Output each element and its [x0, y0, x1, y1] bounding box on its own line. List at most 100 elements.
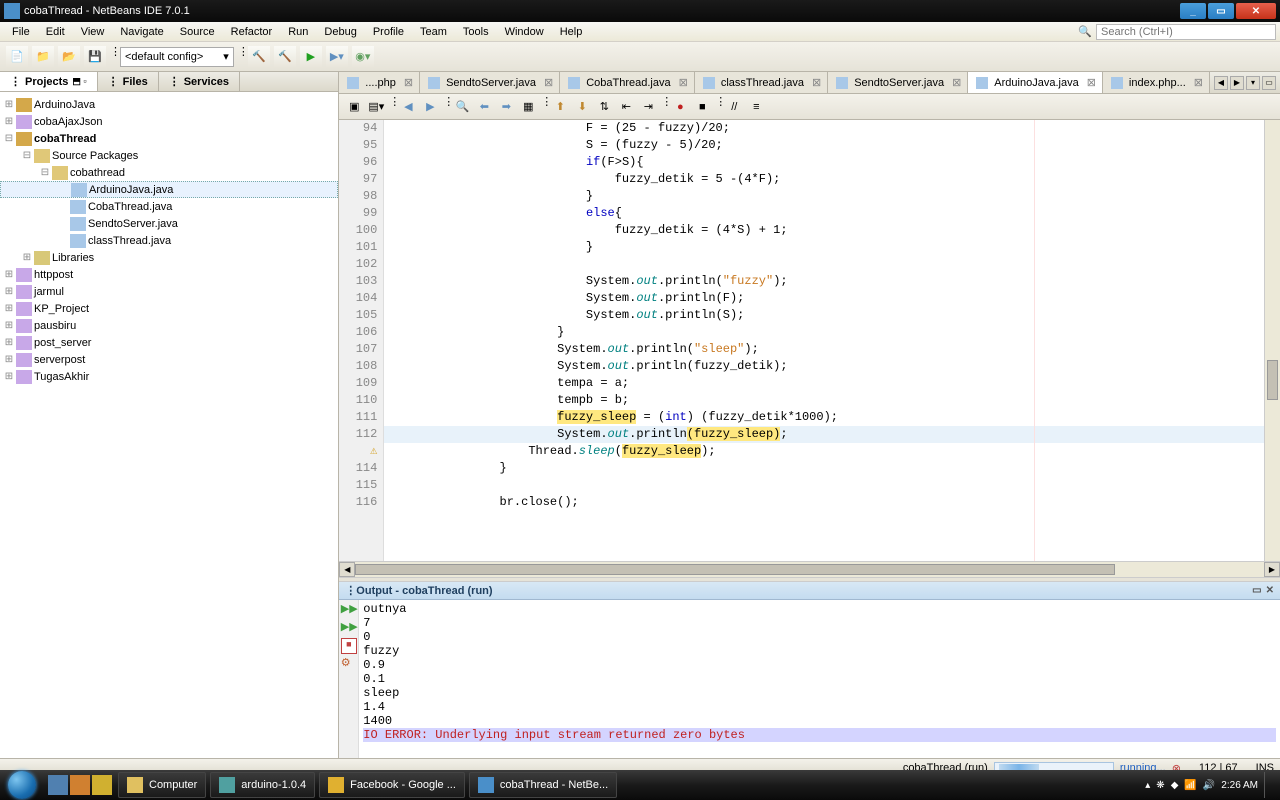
comment-button[interactable]: // [725, 98, 743, 116]
tab-close-icon[interactable]: ⊠ [679, 76, 688, 89]
menu-navigate[interactable]: Navigate [112, 24, 171, 40]
quick-launch-button[interactable] [48, 775, 68, 795]
taskbar-item[interactable]: Computer [118, 772, 206, 798]
next-bookmark-button[interactable]: ⬇ [573, 98, 591, 116]
output-close-icon[interactable]: ✕ [1266, 585, 1274, 596]
taskbar-item[interactable]: Facebook - Google ... [319, 772, 465, 798]
tab-close-icon[interactable]: ⊠ [404, 76, 413, 89]
output-minimize-icon[interactable]: ▭ [1252, 585, 1261, 596]
menu-debug[interactable]: Debug [316, 24, 364, 40]
output-rerun-button[interactable]: ▶▶ [341, 602, 357, 618]
run-button[interactable]: ▶ [300, 46, 322, 68]
menu-help[interactable]: Help [552, 24, 591, 40]
menu-tools[interactable]: Tools [455, 24, 497, 40]
start-button[interactable] [0, 770, 44, 800]
code-editor[interactable]: F = (25 - fuzzy)/20; S = (fuzzy - 5)/20;… [384, 120, 1264, 561]
menu-source[interactable]: Source [172, 24, 223, 40]
tree-node[interactable]: ⊟cobathread [0, 164, 338, 181]
editor-tab[interactable]: ....php⊠ [339, 72, 420, 93]
editor-tab[interactable]: SendtoServer.java⊠ [828, 72, 968, 93]
find-next-button[interactable]: ➡ [497, 98, 515, 116]
menu-view[interactable]: View [73, 24, 113, 40]
tab-services[interactable]: ⋮ Services [159, 72, 240, 91]
macro-rec-button[interactable]: ● [671, 98, 689, 116]
shift-right-button[interactable]: ⇥ [639, 98, 657, 116]
debug-button[interactable]: ▶▾ [326, 46, 348, 68]
toggle-bookmark-button[interactable]: ⇅ [595, 98, 613, 116]
editor-vscrollbar[interactable] [1264, 120, 1280, 561]
tab-close-icon[interactable]: ⊠ [812, 76, 821, 89]
minimize-button[interactable]: _ [1180, 3, 1206, 19]
tree-node[interactable]: ⊞Libraries [0, 249, 338, 266]
nav-back-button[interactable]: ◀ [399, 98, 417, 116]
source-view-button[interactable]: ▣ [345, 98, 363, 116]
tree-node[interactable]: ⊞jarmul [0, 283, 338, 300]
menu-file[interactable]: File [4, 24, 38, 40]
tree-node[interactable]: classThread.java [0, 232, 338, 249]
tree-node[interactable]: ⊞TugasAkhir [0, 368, 338, 385]
tree-node[interactable]: ⊞httppost [0, 266, 338, 283]
profile-button[interactable]: ◉▾ [352, 46, 374, 68]
menu-team[interactable]: Team [412, 24, 455, 40]
highlight-button[interactable]: ▦ [519, 98, 537, 116]
find-prev-button[interactable]: ⬅ [475, 98, 493, 116]
tab-projects[interactable]: ⋮ Projects ⬒ ▫ [0, 72, 98, 91]
new-project-button[interactable]: 📁 [32, 46, 54, 68]
taskbar-item[interactable]: cobaThread - NetBe... [469, 772, 617, 798]
tree-node[interactable]: CobaThread.java [0, 198, 338, 215]
menu-window[interactable]: Window [497, 24, 552, 40]
output-settings-button[interactable]: ⚙ [341, 656, 357, 672]
system-tray[interactable]: ▴ ❋ ◆ 📶 🔊 2:26 AM [1137, 772, 1280, 798]
tree-node[interactable]: ⊞post_server [0, 334, 338, 351]
tree-node[interactable]: ⊞serverpost [0, 351, 338, 368]
build-button[interactable]: 🔨 [248, 46, 270, 68]
tray-clock[interactable]: 2:26 AM [1221, 780, 1258, 791]
show-desktop-button[interactable] [1264, 772, 1272, 798]
tree-node[interactable]: ⊟Source Packages [0, 147, 338, 164]
tree-node[interactable]: ⊞KP_Project [0, 300, 338, 317]
editor-hscrollbar[interactable]: ◀ ▶ [339, 561, 1280, 577]
tree-node[interactable]: ArduinoJava.java [0, 181, 338, 198]
editor-tab[interactable]: index.php...⊠ [1103, 72, 1210, 93]
menu-profile[interactable]: Profile [365, 24, 412, 40]
history-button[interactable]: ▤▾ [367, 98, 385, 116]
hscroll-right-button[interactable]: ▶ [1264, 562, 1280, 577]
find-button[interactable]: 🔍 [453, 98, 471, 116]
hscroll-left-button[interactable]: ◀ [339, 562, 355, 577]
menu-run[interactable]: Run [280, 24, 316, 40]
tree-node[interactable]: ⊞ArduinoJava [0, 96, 338, 113]
menu-edit[interactable]: Edit [38, 24, 73, 40]
output-text[interactable]: outnya70fuzzy0.90.1sleep1.41400IO ERROR:… [359, 600, 1280, 758]
tray-volume-icon[interactable]: 🔊 [1203, 780, 1215, 791]
editor-tab[interactable]: ArduinoJava.java⊠ [968, 72, 1103, 93]
tab-files[interactable]: ⋮ Files [98, 72, 159, 91]
tray-expand-icon[interactable]: ▴ [1145, 780, 1150, 791]
tray-icon[interactable]: ❋ [1156, 780, 1164, 791]
tab-close-icon[interactable]: ⊠ [544, 76, 553, 89]
tabs-list-button[interactable]: ▾ [1246, 76, 1260, 90]
close-button[interactable]: ✕ [1236, 3, 1276, 19]
quick-launch-button[interactable] [92, 775, 112, 795]
search-input[interactable] [1096, 24, 1276, 40]
tree-node[interactable]: SendtoServer.java [0, 215, 338, 232]
macro-stop-button[interactable]: ■ [693, 98, 711, 116]
projects-tree[interactable]: ⊞ArduinoJava⊞cobaAjaxJson⊟cobaThread⊟Sou… [0, 92, 338, 758]
maximize-button[interactable]: ▭ [1208, 3, 1234, 19]
tree-node[interactable]: ⊞pausbiru [0, 317, 338, 334]
tab-close-icon[interactable]: ⊠ [952, 76, 961, 89]
tabs-max-button[interactable]: ▭ [1262, 76, 1276, 90]
tree-node[interactable]: ⊞cobaAjaxJson [0, 113, 338, 130]
quick-launch-button[interactable] [70, 775, 90, 795]
output-run-button[interactable]: ▶▶ [341, 620, 357, 636]
new-file-button[interactable]: 📄 [6, 46, 28, 68]
editor-tab[interactable]: classThread.java⊠ [695, 72, 828, 93]
tab-close-icon[interactable]: ⊠ [1194, 76, 1203, 89]
nav-fwd-button[interactable]: ▶ [421, 98, 439, 116]
prev-bookmark-button[interactable]: ⬆ [551, 98, 569, 116]
config-dropdown[interactable]: <default config>▾ [120, 47, 234, 67]
line-gutter[interactable]: 9495969798991001011021031041051061071081… [339, 120, 384, 561]
tab-close-icon[interactable]: ⊠ [1087, 76, 1096, 89]
tray-icon[interactable]: ◆ [1171, 780, 1179, 791]
menu-refactor[interactable]: Refactor [223, 24, 281, 40]
editor-tab[interactable]: SendtoServer.java⊠ [420, 72, 560, 93]
